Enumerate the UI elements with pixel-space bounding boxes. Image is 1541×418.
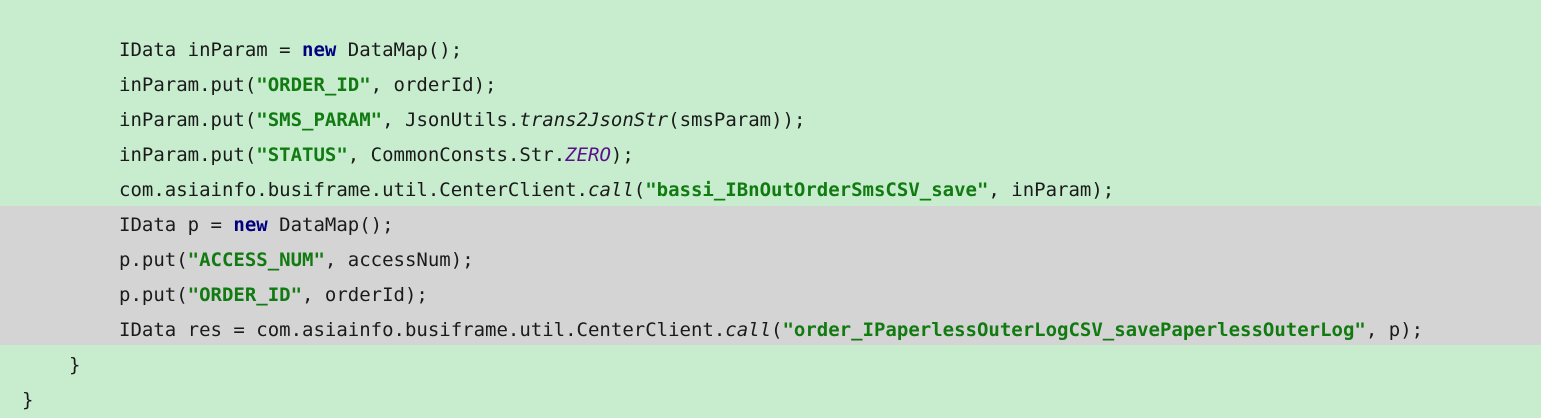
code-token-static: trans2JsonStr: [519, 109, 669, 131]
code-token-plain: , CommonConsts.Str.: [347, 144, 566, 166]
code-token-plain: IData inParam =: [119, 39, 303, 61]
code-token-plain: , orderId);: [302, 284, 428, 306]
code-token-plain: );: [610, 144, 634, 166]
code-line[interactable]: IData p = new DataMap();: [119, 208, 394, 243]
code-token-plain: , orderId);: [370, 74, 497, 96]
code-token-plain: com.asiainfo.busiframe.util.CenterClient…: [119, 179, 588, 201]
code-line[interactable]: inParam.put("SMS_PARAM", JsonUtils.trans…: [119, 103, 805, 138]
code-token-plain: , inParam);: [988, 179, 1115, 201]
code-token-kw: new: [233, 214, 268, 236]
code-line[interactable]: p.put("ORDER_ID", orderId);: [119, 278, 428, 313]
code-token-plain: inParam.put(: [119, 144, 257, 166]
code-token-plain: , JsonUtils.: [382, 109, 520, 131]
code-token-plain: DataMap();: [267, 214, 394, 236]
code-token-plain: (: [633, 179, 646, 201]
code-token-str: "STATUS": [256, 144, 348, 166]
code-token-plain: (: [771, 319, 783, 341]
code-token-plain: p.put(: [119, 249, 188, 271]
code-token-plain: , accessNum);: [324, 249, 474, 271]
code-line[interactable]: }: [69, 348, 80, 383]
code-token-plain: p.put(: [119, 284, 188, 306]
code-token-str: "ORDER_ID": [187, 284, 303, 306]
code-token-plain: IData res = com.asiainfo.busiframe.util.…: [119, 319, 726, 341]
code-token-field: ZERO: [565, 144, 611, 166]
code-editor[interactable]: IData inParam = new DataMap(); inParam.pu…: [0, 0, 1541, 411]
code-token-static: call: [725, 319, 772, 341]
code-token-str: "SMS_PARAM": [256, 109, 383, 131]
code-token-str: "ACCESS_NUM": [187, 249, 325, 271]
code-token-plain: IData p =: [119, 214, 234, 236]
code-token-plain: , p);: [1365, 319, 1424, 341]
code-line[interactable]: IData inParam = new DataMap();: [119, 33, 462, 68]
code-token-plain: }: [69, 354, 81, 376]
code-token-plain: }: [22, 389, 34, 411]
code-token-plain: DataMap();: [336, 39, 463, 61]
code-line[interactable]: }: [22, 383, 33, 418]
code-token-static: call: [588, 179, 634, 201]
code-token-plain: inParam.put(: [119, 109, 257, 131]
code-token-kw: new: [302, 39, 337, 61]
code-token-str: "order_IPaperlessOuterLogCSV_savePaperle…: [782, 319, 1366, 341]
code-token-str: "ORDER_ID": [256, 74, 371, 96]
code-line[interactable]: IData res = com.asiainfo.busiframe.util.…: [119, 313, 1423, 348]
code-token-plain: (smsParam));: [668, 109, 806, 131]
code-line[interactable]: com.asiainfo.busiframe.util.CenterClient…: [119, 173, 1114, 208]
code-line[interactable]: inParam.put("ORDER_ID", orderId);: [119, 68, 497, 103]
code-token-str: "bassi_IBnOutOrderSmsCSV_save": [645, 179, 989, 201]
code-token-plain: inParam.put(: [119, 74, 257, 96]
code-line[interactable]: p.put("ACCESS_NUM", accessNum);: [119, 243, 474, 278]
code-line[interactable]: inParam.put("STATUS", CommonConsts.Str.Z…: [119, 138, 634, 173]
